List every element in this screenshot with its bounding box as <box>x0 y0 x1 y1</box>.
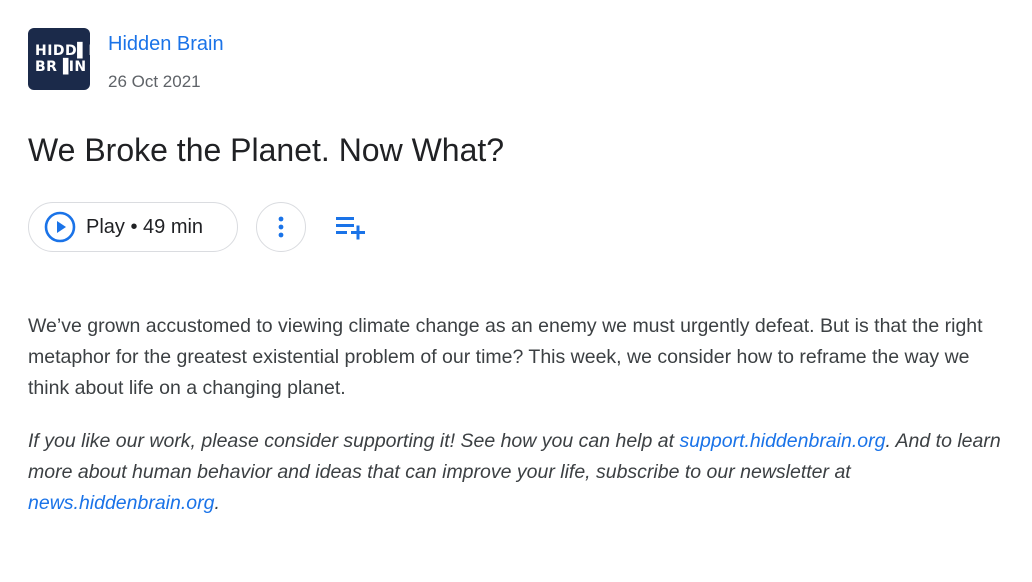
play-button[interactable]: Play • 49 min <box>28 202 238 252</box>
publish-date: 26 Oct 2021 <box>108 72 201 91</box>
support-paragraph: If you like our work, please consider su… <box>28 426 1008 519</box>
logo-text-line1: HIDD▌N <box>35 43 101 59</box>
logo-text-line2: BR▐IN <box>35 59 87 75</box>
more-vert-icon <box>278 216 284 238</box>
newsletter-link[interactable]: news.hiddenbrain.org <box>28 492 214 514</box>
add-to-queue-button[interactable] <box>332 210 370 244</box>
episode-title: We Broke the Planet. Now What? <box>28 132 505 168</box>
playlist-add-icon <box>334 214 368 240</box>
episode-description: We’ve grown accustomed to viewing climat… <box>28 315 983 399</box>
podcast-logo[interactable]: HIDD▌N BR▐IN <box>28 28 101 90</box>
support-text-1: If you like our work, please consider su… <box>28 430 680 452</box>
more-options-button[interactable] <box>256 202 306 252</box>
play-button-label: Play • 49 min <box>86 215 204 238</box>
support-text-3: . <box>214 492 220 514</box>
support-link[interactable]: support.hiddenbrain.org <box>679 430 885 452</box>
play-circle-icon <box>44 211 76 243</box>
podcast-name-link[interactable]: Hidden Brain <box>108 33 224 56</box>
